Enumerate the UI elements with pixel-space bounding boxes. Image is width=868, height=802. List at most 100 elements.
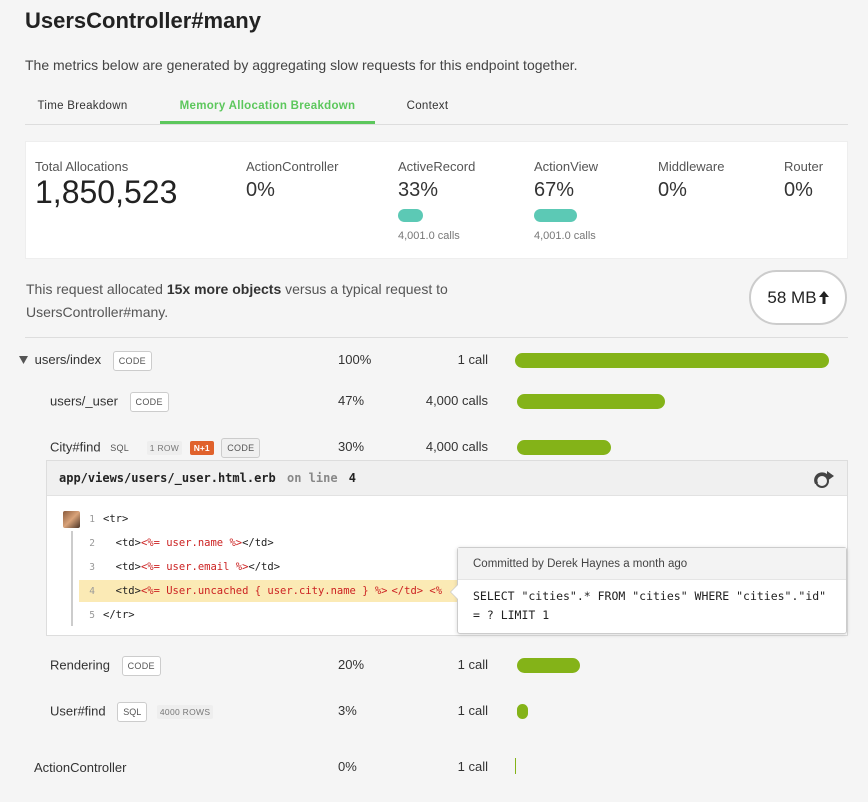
row-bar bbox=[517, 658, 580, 673]
code-line: 3 <td><%= user.email %></td> bbox=[79, 556, 499, 578]
code-text: </tr> bbox=[103, 609, 135, 621]
breakdown-row[interactable]: City#find SQL 1 ROW N+1 CODE 30% 4,000 c… bbox=[0, 432, 868, 462]
metric-value: 67% bbox=[534, 179, 575, 201]
row-label: ActionController bbox=[34, 760, 127, 775]
code-tag[interactable]: CODE bbox=[121, 656, 161, 676]
metric-pill bbox=[398, 209, 423, 222]
row-name[interactable]: users/index CODE bbox=[19, 351, 152, 371]
row-name[interactable]: users/_user CODE bbox=[50, 392, 169, 412]
metric-router: Router 0% bbox=[784, 159, 823, 202]
share-icon[interactable] bbox=[813, 470, 835, 488]
row-name[interactable]: User#find SQL 4000 ROWS bbox=[50, 702, 214, 722]
code-text: <tr> bbox=[103, 513, 129, 525]
rows-badge: 1 ROW bbox=[146, 441, 183, 455]
breakdown-row[interactable]: users/index CODE 100% 1 call bbox=[0, 345, 868, 375]
metric-calls: 4,001.0 calls bbox=[398, 230, 460, 242]
code-text: <td> bbox=[103, 585, 141, 597]
code-file-header: app/views/users/_user.html.erb on line 4 bbox=[47, 461, 847, 496]
metric-pill bbox=[534, 209, 577, 222]
breakdown-row[interactable]: users/_user CODE 47% 4,000 calls bbox=[0, 386, 868, 416]
page-subtitle: The metrics below are generated by aggre… bbox=[25, 57, 578, 73]
tooltip-header: Committed by Derek Haynes a month ago bbox=[458, 548, 846, 580]
row-calls: 1 call bbox=[457, 759, 488, 774]
n-plus-one-badge: N+1 bbox=[189, 441, 214, 455]
row-calls: 4,000 calls bbox=[425, 439, 488, 454]
code-line: 2 <td><%= user.name %></td> bbox=[79, 532, 499, 554]
arrow-up-icon bbox=[818, 291, 829, 304]
code-text: </td> bbox=[248, 561, 281, 573]
row-label: Rendering bbox=[50, 657, 110, 673]
metric-actionview[interactable]: ActionView 67% 4,001.0 calls bbox=[534, 159, 598, 242]
metric-actioncontroller: ActionController 0% bbox=[246, 159, 339, 202]
breakdown-row[interactable]: ActionController 0% 1 call bbox=[0, 752, 868, 782]
code-text: <td> bbox=[103, 537, 141, 549]
row-label: users/index bbox=[34, 352, 102, 368]
row-name[interactable]: ActionController bbox=[34, 760, 127, 775]
tab-memory-allocation-breakdown[interactable]: Memory Allocation Breakdown bbox=[160, 96, 375, 124]
metric-middleware: Middleware 0% bbox=[658, 159, 724, 202]
metric-label: ActionController bbox=[246, 159, 339, 174]
line-num: 5 bbox=[89, 610, 95, 621]
row-calls: 1 call bbox=[457, 657, 488, 672]
memory-badge: 58 MB bbox=[749, 270, 847, 325]
summary-highlight: 15x more objects bbox=[166, 281, 282, 297]
metrics-panel: Total Allocations 1,850,523 ActionContro… bbox=[25, 141, 848, 259]
triangle-down-icon[interactable] bbox=[19, 355, 28, 365]
code-line: 1 <tr> bbox=[79, 508, 499, 530]
memory-badge-value: 58 MB bbox=[767, 288, 817, 307]
metric-value: 0% bbox=[658, 179, 687, 201]
commit-tooltip: Committed by Derek Haynes a month ago SE… bbox=[450, 547, 847, 634]
row-bar bbox=[517, 440, 611, 455]
row-calls: 1 call bbox=[457, 703, 488, 718]
code-tag[interactable]: CODE bbox=[112, 351, 152, 371]
line-num: 1 bbox=[89, 514, 95, 525]
section-divider bbox=[25, 337, 848, 338]
tab-context[interactable]: Context bbox=[395, 96, 460, 124]
code-line: 5 </tr> bbox=[79, 604, 499, 626]
erb-text: <%= User.uncached { user.city.name } %> bbox=[140, 585, 388, 597]
code-line-highlighted: 4 <td><%= User.uncached { user.city.name… bbox=[79, 580, 489, 602]
tab-bar: Time Breakdown Memory Allocation Breakdo… bbox=[25, 96, 848, 125]
summary-prefix: This request allocated bbox=[26, 281, 167, 297]
row-name[interactable]: City#find SQL 1 ROW N+1 CODE bbox=[50, 438, 261, 458]
blame-gutter bbox=[71, 531, 73, 626]
sql-tag[interactable]: SQL bbox=[117, 702, 148, 722]
breakdown-row[interactable]: User#find SQL 4000 ROWS 3% 1 call bbox=[0, 696, 868, 726]
metric-label: ActiveRecord bbox=[398, 159, 476, 174]
avatar bbox=[63, 511, 80, 528]
metric-value: 0% bbox=[784, 179, 813, 201]
row-calls: 4,000 calls bbox=[425, 393, 488, 408]
row-bar bbox=[515, 353, 829, 368]
page-title: UsersController#many bbox=[25, 8, 261, 33]
row-name[interactable]: Rendering CODE bbox=[50, 656, 161, 676]
metric-value: 0% bbox=[246, 179, 275, 201]
code-tag[interactable]: CODE bbox=[221, 438, 261, 458]
metric-label: Total Allocations bbox=[35, 159, 129, 174]
metric-total-allocations: Total Allocations 1,850,523 bbox=[35, 159, 177, 211]
code-text: </td> bbox=[242, 537, 274, 549]
metric-label: ActionView bbox=[534, 159, 599, 174]
line-num: 2 bbox=[89, 538, 95, 549]
breakdown-row[interactable]: Rendering CODE 20% 1 call bbox=[0, 650, 868, 680]
metric-label: Router bbox=[784, 159, 824, 174]
line-num: 3 bbox=[89, 562, 95, 573]
metric-calls: 4,001.0 calls bbox=[534, 230, 596, 242]
code-text: <td> bbox=[103, 561, 141, 573]
tab-time-breakdown[interactable]: Time Breakdown bbox=[25, 96, 140, 124]
line-num: 4 bbox=[89, 586, 95, 597]
sql-tag[interactable]: SQL bbox=[110, 443, 129, 453]
row-bar bbox=[517, 704, 528, 719]
file-path[interactable]: app/views/users/_user.html.erb bbox=[59, 471, 276, 485]
metric-value: 33% bbox=[398, 179, 439, 201]
row-calls: 1 call bbox=[457, 352, 488, 367]
row-label: User#find bbox=[50, 703, 106, 719]
on-line-label: on line bbox=[286, 471, 338, 485]
erb-text: <%= user.name %> bbox=[140, 537, 243, 549]
code-tag[interactable]: CODE bbox=[129, 392, 169, 412]
metric-activerecord[interactable]: ActiveRecord 33% 4,001.0 calls bbox=[398, 159, 475, 242]
row-label: City#find bbox=[50, 439, 101, 455]
row-label: users/_user bbox=[50, 393, 118, 409]
metric-label: Middleware bbox=[658, 159, 725, 174]
metric-value: 1,850,523 bbox=[35, 174, 178, 210]
tooltip-sql: SELECT "cities".* FROM "cities" WHERE "c… bbox=[473, 589, 827, 622]
